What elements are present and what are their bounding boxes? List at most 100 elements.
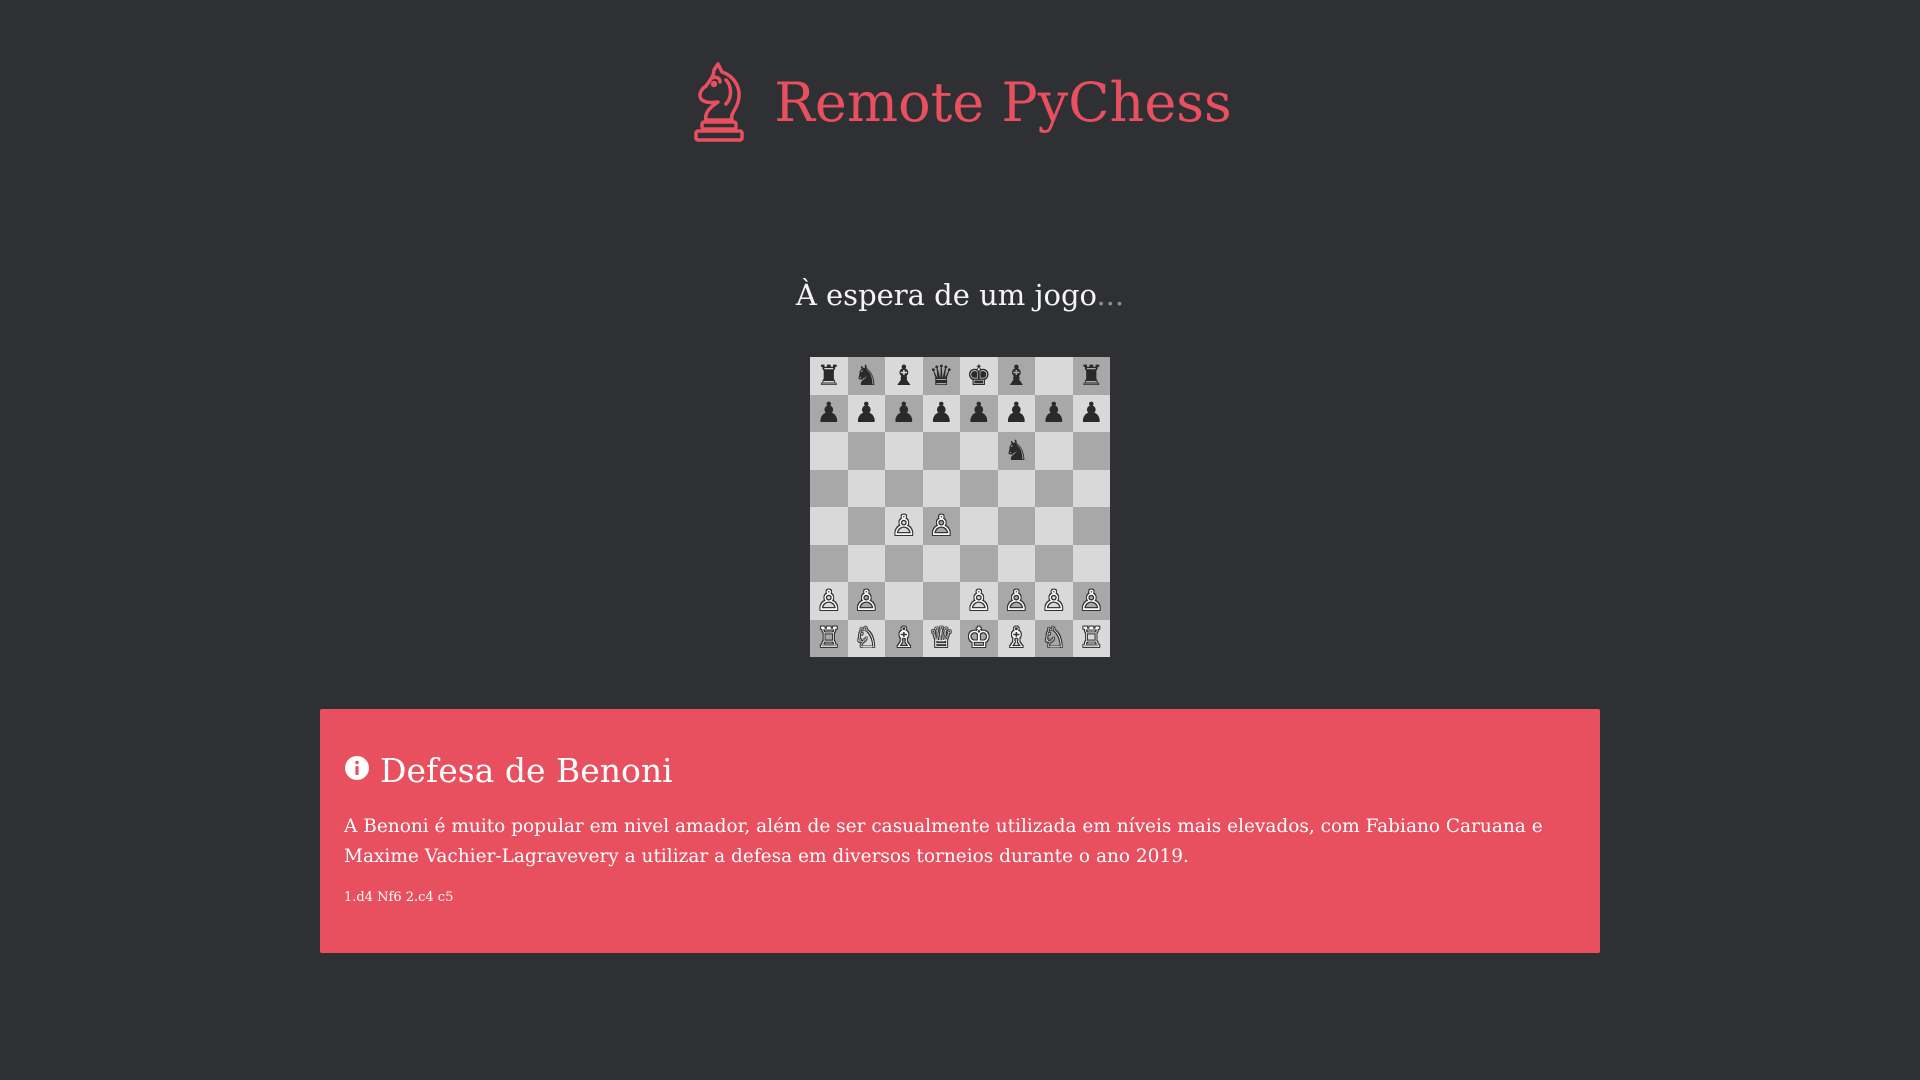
board-square-e6 (960, 432, 998, 470)
board-square-f2: ♙ (997, 582, 1035, 620)
board-square-c6 (885, 432, 923, 470)
board-square-e1: ♔ (960, 619, 998, 657)
chess-piece: ♗ (1003, 621, 1029, 655)
board-square-c8: ♝ (885, 357, 923, 395)
chess-piece: ♙ (928, 508, 954, 542)
header: Remote PyChess (0, 52, 1920, 152)
chess-piece: ♙ (853, 583, 879, 617)
board-square-h6 (1072, 432, 1110, 470)
chess-piece: ♙ (1078, 583, 1104, 617)
chess-piece: ♞ (1003, 433, 1029, 467)
chess-piece: ♟ (1078, 396, 1104, 430)
chess-piece: ♞ (853, 358, 879, 392)
board-square-f6: ♞ (997, 432, 1035, 470)
chess-piece: ♛ (928, 358, 954, 392)
chess-piece: ♟ (853, 396, 879, 430)
board-square-h3 (1072, 544, 1110, 582)
app-title: Remote PyChess (774, 70, 1232, 134)
board-square-a4 (810, 507, 848, 545)
board-square-h7: ♟ (1072, 394, 1110, 432)
board-square-c7: ♟ (885, 394, 923, 432)
chess-piece: ♖ (816, 621, 842, 655)
board-square-b5 (847, 469, 885, 507)
chess-piece: ♘ (1041, 621, 1067, 655)
board-square-c5 (885, 469, 923, 507)
board-square-h1: ♖ (1072, 619, 1110, 657)
chess-piece: ♙ (816, 583, 842, 617)
board-square-c1: ♗ (885, 619, 923, 657)
board-square-a6 (810, 432, 848, 470)
board-square-f7: ♟ (997, 394, 1035, 432)
board-square-d7: ♟ (922, 394, 960, 432)
board-square-g8 (1035, 357, 1073, 395)
board-square-f4 (997, 507, 1035, 545)
board-square-a2: ♙ (810, 582, 848, 620)
board-square-d1: ♕ (922, 619, 960, 657)
waiting-text: À espera de um jogo (795, 278, 1097, 312)
chess-piece: ♗ (891, 621, 917, 655)
board-square-d2 (922, 582, 960, 620)
board-square-g5 (1035, 469, 1073, 507)
board-square-b6 (847, 432, 885, 470)
board-square-g1: ♘ (1035, 619, 1073, 657)
board-square-e8: ♚ (960, 357, 998, 395)
board-square-e3 (960, 544, 998, 582)
board-square-d8: ♛ (922, 357, 960, 395)
board-square-a8: ♜ (810, 357, 848, 395)
info-icon (345, 755, 369, 780)
board-square-b4 (847, 507, 885, 545)
board-square-h8: ♜ (1072, 357, 1110, 395)
board-square-d6 (922, 432, 960, 470)
board-square-e2: ♙ (960, 582, 998, 620)
board-square-b8: ♞ (847, 357, 885, 395)
board-square-d5 (922, 469, 960, 507)
board-square-g7: ♟ (1035, 394, 1073, 432)
board-square-d4: ♙ (922, 507, 960, 545)
board-square-a7: ♟ (810, 394, 848, 432)
chess-piece: ♙ (1003, 583, 1029, 617)
chess-piece: ♕ (928, 621, 954, 655)
board-square-a1: ♖ (810, 619, 848, 657)
board-square-f3 (997, 544, 1035, 582)
board-square-h2: ♙ (1072, 582, 1110, 620)
opening-title: Defesa de Benoni (380, 751, 673, 790)
board-square-h4 (1072, 507, 1110, 545)
chess-piece: ♙ (891, 508, 917, 542)
chess-piece: ♝ (1003, 358, 1029, 392)
opening-description: A Benoni é muito popular em nivel amador… (344, 816, 1543, 867)
board-square-d3 (922, 544, 960, 582)
board-square-a5 (810, 469, 848, 507)
waiting-status: À espera de um jogo... (0, 278, 1920, 312)
opening-title-row: Defesa de Benoni (344, 751, 1576, 790)
chess-piece: ♟ (816, 396, 842, 430)
board-square-b2: ♙ (847, 582, 885, 620)
board-square-g2: ♙ (1035, 582, 1073, 620)
board-square-c3 (885, 544, 923, 582)
chess-piece: ♙ (1041, 583, 1067, 617)
board-square-e5 (960, 469, 998, 507)
chess-piece: ♚ (966, 358, 992, 392)
chess-piece: ♝ (891, 358, 917, 392)
board-square-g3 (1035, 544, 1073, 582)
opening-info-card: Defesa de Benoni A Benoni é muito popula… (320, 709, 1600, 953)
board-square-f8: ♝ (997, 357, 1035, 395)
knight-icon (694, 62, 744, 142)
loading-dots: ... (1096, 278, 1125, 312)
chess-piece: ♟ (1041, 396, 1067, 430)
board-square-a3 (810, 544, 848, 582)
chess-piece: ♔ (966, 621, 992, 655)
chess-piece: ♟ (928, 396, 954, 430)
board-square-b7: ♟ (847, 394, 885, 432)
chess-piece: ♟ (1003, 396, 1029, 430)
chess-piece: ♜ (816, 358, 842, 392)
opening-moves: 1.d4 Nf6 2.c4 c5 (344, 890, 454, 905)
board-square-e4 (960, 507, 998, 545)
board-square-g6 (1035, 432, 1073, 470)
chess-piece: ♖ (1078, 621, 1104, 655)
board-square-b1: ♘ (847, 619, 885, 657)
board-square-f1: ♗ (997, 619, 1035, 657)
board-square-c2 (885, 582, 923, 620)
chess-piece: ♙ (966, 583, 992, 617)
board-square-h5 (1072, 469, 1110, 507)
chess-piece: ♜ (1078, 358, 1104, 392)
